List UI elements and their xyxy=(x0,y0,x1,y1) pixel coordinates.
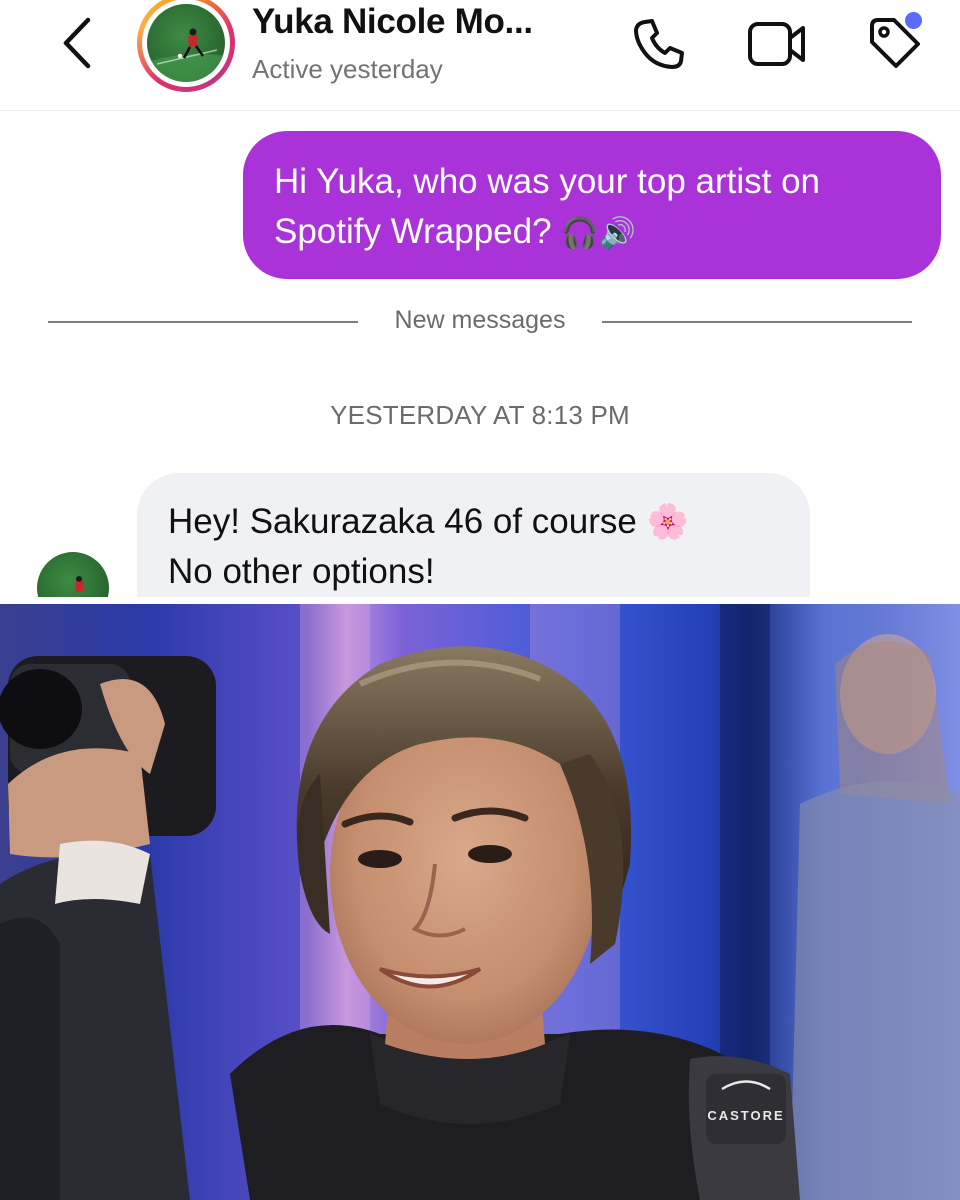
message-timestamp: YESTERDAY AT 8:13 PM xyxy=(330,400,630,430)
video-call-button[interactable] xyxy=(746,14,808,74)
cherry-blossom-emoji: 🌸 xyxy=(646,503,689,541)
notification-dot xyxy=(905,12,922,29)
video-camera-icon xyxy=(748,22,805,66)
chevron-left-icon xyxy=(63,17,91,69)
active-status: Active yesterday xyxy=(252,54,443,84)
audio-call-button[interactable] xyxy=(628,14,690,74)
outgoing-message-line-2: Spotify Wrapped? xyxy=(274,212,552,251)
headphones-speaker-emoji: 🎧🔊 xyxy=(561,216,637,251)
outgoing-message-bubble[interactable]: Hi Yuka, who was your top artist on Spot… xyxy=(243,131,941,279)
photo-illustration: CASTORE xyxy=(0,604,960,1200)
avatar-story-ring[interactable] xyxy=(137,0,235,92)
incoming-message-bubble[interactable]: Hey! Sakurazaka 46 of course 🌸 No other … xyxy=(137,473,810,597)
incoming-message-line-1: Hey! Sakurazaka 46 of course xyxy=(168,502,637,541)
divider-line-left xyxy=(48,321,358,323)
outgoing-message-line-1: Hi Yuka, who was your top artist on xyxy=(274,162,821,201)
divider-line-right xyxy=(602,321,912,323)
sender-avatar[interactable] xyxy=(37,552,109,597)
back-button[interactable] xyxy=(52,14,102,72)
backpack-brand-text: CASTORE xyxy=(707,1108,784,1123)
chat-header: Yuka Nicole Mo... Active yesterday xyxy=(0,0,960,111)
incoming-message-line-2: No other options! xyxy=(168,552,435,591)
avatar xyxy=(147,4,225,82)
phone-icon xyxy=(634,19,684,69)
player-photo: CASTORE xyxy=(0,604,960,1200)
contact-name[interactable]: Yuka Nicole Mo... xyxy=(252,2,533,42)
new-messages-label: New messages xyxy=(394,306,566,334)
chat-screenshot: Yuka Nicole Mo... Active yesterday Hi Yu… xyxy=(0,0,960,597)
